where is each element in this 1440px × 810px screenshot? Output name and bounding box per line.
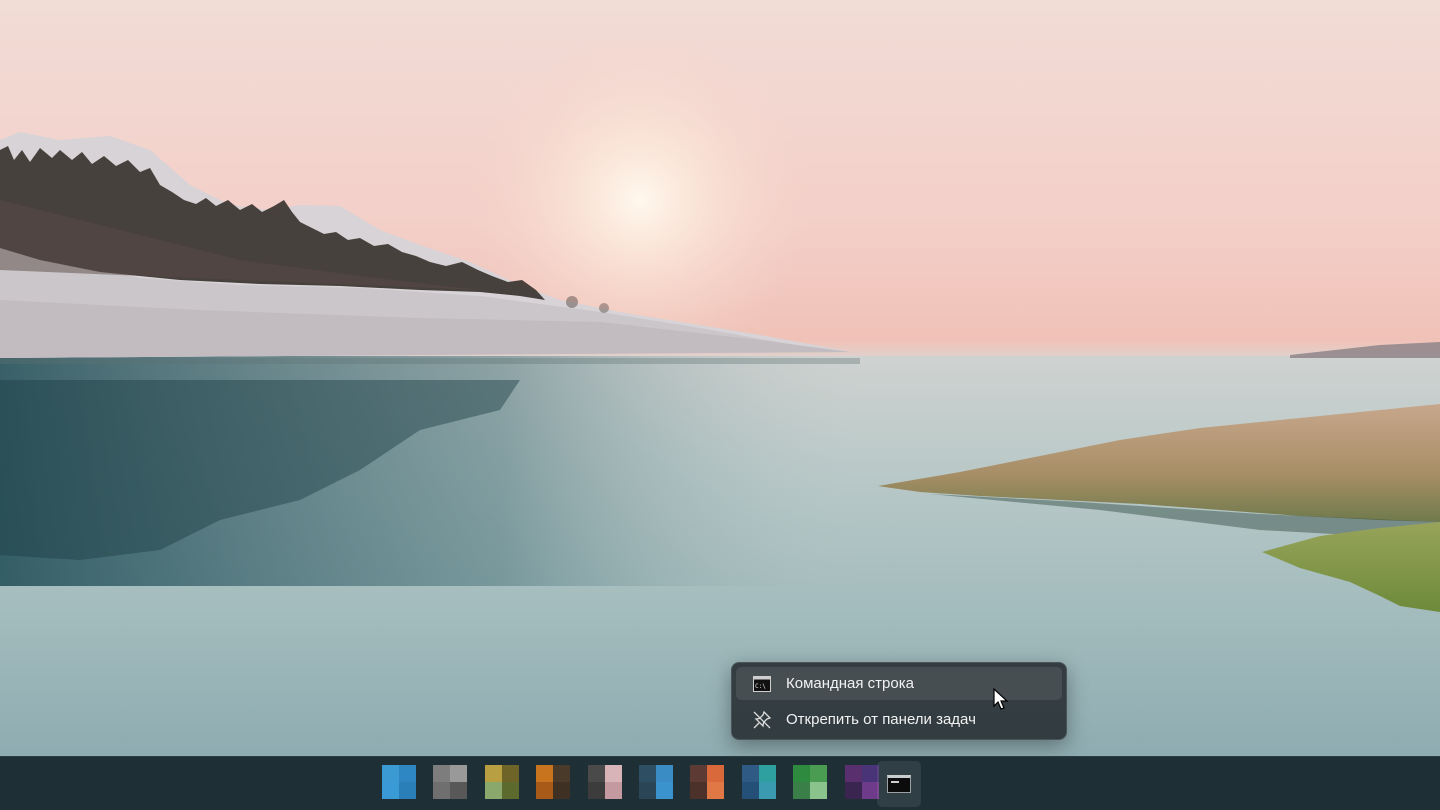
taskbar-app-1-icon[interactable]: [382, 765, 416, 799]
menu-item-unpin[interactable]: Открепить от панели задач: [736, 703, 1062, 736]
menu-item-label: Командная строка: [786, 675, 914, 692]
taskbar-app-9-icon[interactable]: [793, 765, 827, 799]
taskbar-app-10-icon[interactable]: [845, 765, 879, 799]
mouse-cursor-icon: [993, 688, 1009, 710]
unpin-icon: [752, 710, 772, 730]
taskbar-context-menu: C:\ Командная строка Открепить от панели…: [731, 662, 1067, 740]
taskbar-app-7-icon[interactable]: [690, 765, 724, 799]
taskbar-app-5-icon[interactable]: [588, 765, 622, 799]
taskbar-app-3-icon[interactable]: [485, 765, 519, 799]
svg-text:C:\: C:\: [755, 683, 766, 690]
menu-item-open-command-prompt[interactable]: C:\ Командная строка: [736, 667, 1062, 700]
taskbar-app-4-icon[interactable]: [536, 765, 570, 799]
taskbar: [0, 756, 1440, 810]
taskbar-app-2-icon[interactable]: [433, 765, 467, 799]
taskbar-command-prompt-button[interactable]: [877, 761, 921, 807]
taskbar-app-8-icon[interactable]: [742, 765, 776, 799]
command-prompt-icon: C:\: [752, 674, 772, 694]
wallpaper: [0, 0, 1440, 756]
desktop[interactable]: C:\ Командная строка Открепить от панели…: [0, 0, 1440, 810]
taskbar-app-6-icon[interactable]: [639, 765, 673, 799]
menu-item-label: Открепить от панели задач: [786, 711, 976, 728]
command-prompt-icon: [887, 775, 911, 793]
